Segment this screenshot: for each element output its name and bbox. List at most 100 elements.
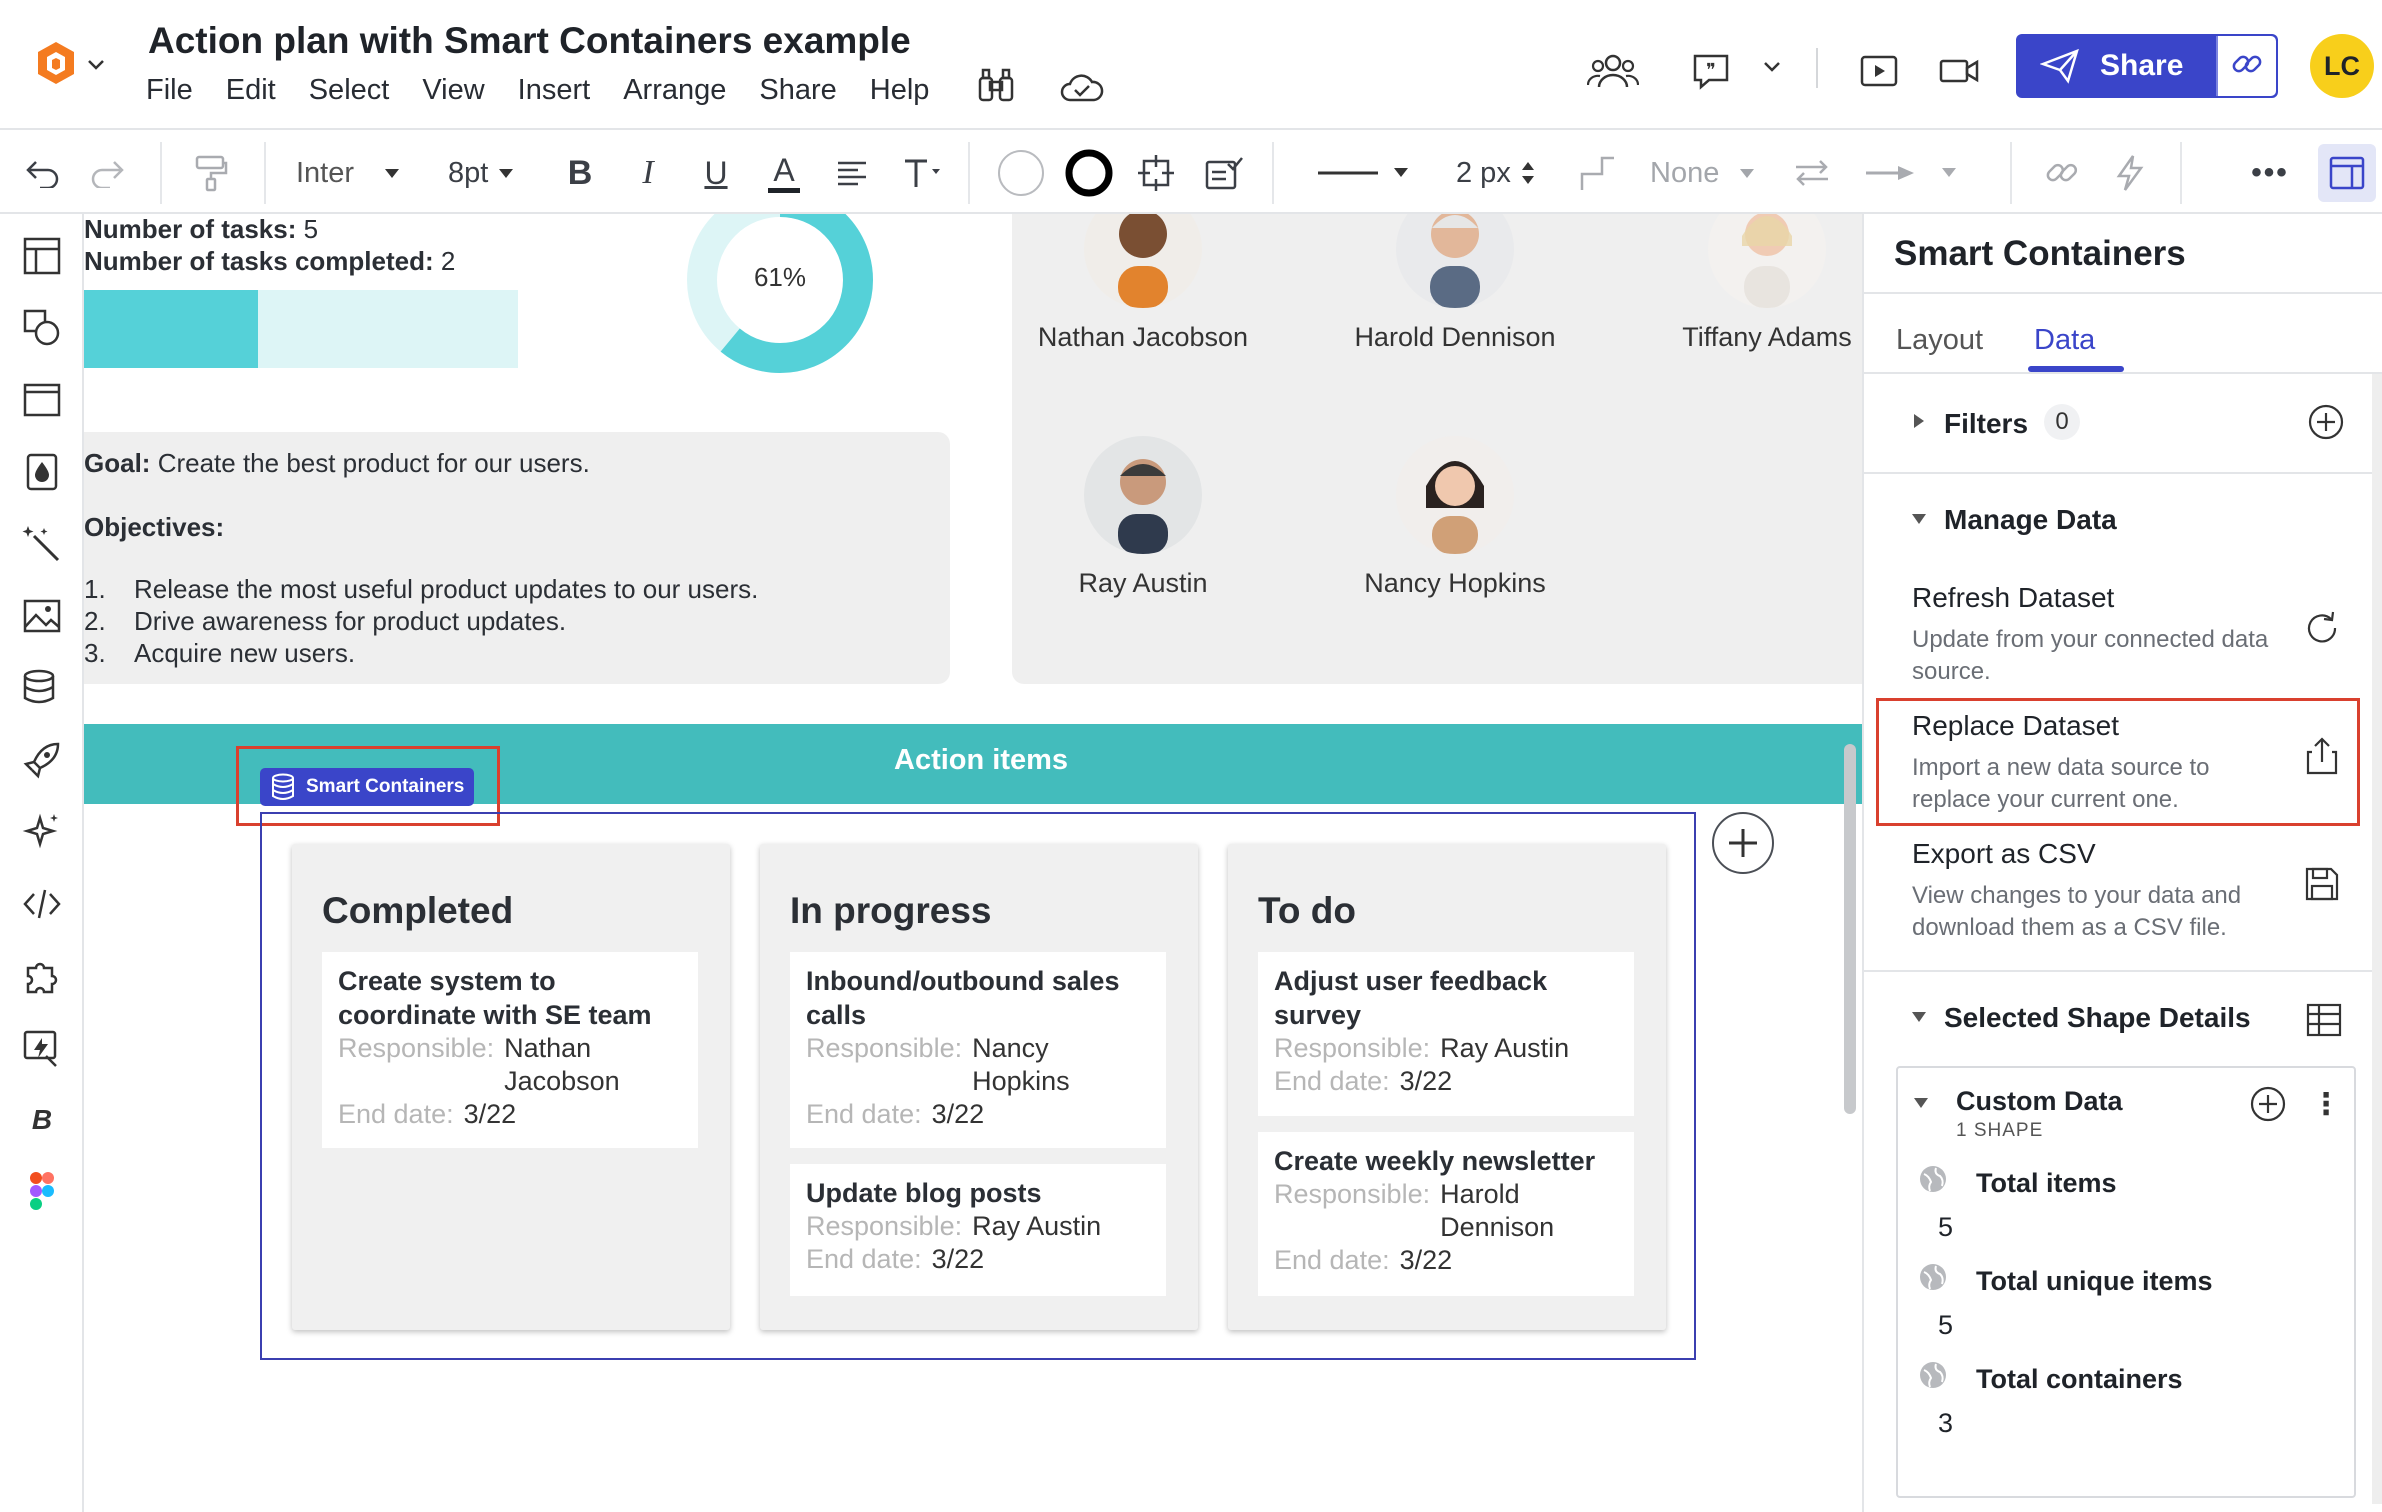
- cloud-saved-icon[interactable]: [1060, 72, 1104, 109]
- more-options-icon[interactable]: •••: [2248, 150, 2292, 196]
- ai-sparkle-icon[interactable]: [18, 808, 66, 856]
- comments-icon[interactable]: ❞: [1684, 50, 1738, 92]
- menu-insert[interactable]: Insert: [518, 74, 591, 107]
- templates-icon[interactable]: [18, 232, 66, 280]
- magic-wand-icon[interactable]: [18, 520, 66, 568]
- video-call-icon[interactable]: [1932, 50, 1986, 92]
- field-value[interactable]: 5: [1938, 1212, 1953, 1243]
- figma-icon[interactable]: [18, 1168, 66, 1216]
- task-card[interactable]: Create weekly newsletter Responsible: Har…: [1258, 1132, 1634, 1296]
- line-color-icon[interactable]: [1064, 149, 1114, 197]
- canvas-scrollbar[interactable]: [1844, 744, 1856, 1114]
- task-card[interactable]: Update blog posts Responsible: Ray Austin…: [790, 1164, 1166, 1296]
- data-link-icon[interactable]: [18, 664, 66, 712]
- kanban-column-in-progress[interactable]: In progress Inbound/outbound sales calls…: [760, 844, 1198, 1330]
- caret-down-icon[interactable]: [1912, 1096, 1930, 1115]
- document-title[interactable]: Action plan with Smart Containers exampl…: [148, 20, 911, 62]
- menu-help[interactable]: Help: [870, 74, 930, 107]
- rocket-icon[interactable]: [18, 736, 66, 784]
- line-endpoint-select[interactable]: None: [1650, 150, 1766, 196]
- image-icon[interactable]: [18, 592, 66, 640]
- line-style-select[interactable]: [1314, 150, 1414, 196]
- code-icon[interactable]: [18, 880, 66, 928]
- selected-shape-details-label[interactable]: Selected Shape Details: [1944, 1002, 2251, 1034]
- quick-action-icon[interactable]: [18, 1024, 66, 1072]
- custom-data-label[interactable]: Custom Data: [1956, 1086, 2123, 1117]
- replace-dataset-title[interactable]: Replace Dataset: [1912, 710, 2119, 742]
- font-family-select[interactable]: Inter: [296, 150, 416, 196]
- team-member-card[interactable]: Harold Dennison: [1330, 214, 1580, 353]
- connector-style-icon[interactable]: [1576, 150, 1620, 196]
- kanban-column-completed[interactable]: Completed Create system to coordinate wi…: [292, 844, 730, 1330]
- conditional-format-icon[interactable]: [1202, 150, 1246, 196]
- color-drop-icon[interactable]: [18, 448, 66, 496]
- table-icon[interactable]: [2302, 998, 2346, 1042]
- text-options-icon[interactable]: [900, 150, 944, 196]
- swap-endpoints-icon[interactable]: [1790, 150, 1834, 196]
- frame-icon[interactable]: [18, 376, 66, 424]
- caret-right-icon[interactable]: [1912, 412, 1926, 435]
- panel-toggle-icon[interactable]: [2318, 144, 2376, 202]
- font-size-select[interactable]: 8pt: [448, 150, 528, 196]
- user-avatar[interactable]: LC: [2310, 34, 2374, 98]
- add-container-button[interactable]: [1712, 812, 1774, 874]
- align-text-icon[interactable]: [832, 150, 872, 196]
- field-value[interactable]: 3: [1938, 1408, 1953, 1439]
- team-member-card[interactable]: Nancy Hopkins: [1330, 436, 1580, 599]
- present-icon[interactable]: [1852, 50, 1906, 92]
- field-value[interactable]: 5: [1938, 1310, 1953, 1341]
- menu-arrange[interactable]: Arrange: [623, 74, 726, 107]
- italic-icon[interactable]: I: [628, 150, 668, 196]
- logo-menu-chevron-icon[interactable]: [86, 58, 106, 77]
- collaborators-icon[interactable]: [1586, 50, 1640, 92]
- crop-frame-icon[interactable]: [1134, 150, 1178, 196]
- caret-down-icon[interactable]: [1910, 1010, 1928, 1029]
- tab-layout[interactable]: Layout: [1896, 324, 1983, 357]
- fill-color-icon[interactable]: [996, 150, 1046, 196]
- line-width-select[interactable]: 2 px: [1456, 150, 1556, 196]
- kanban-column-to-do[interactable]: To do Adjust user feedback survey Respon…: [1228, 844, 1666, 1330]
- bold-icon[interactable]: B: [560, 150, 600, 196]
- save-disk-icon[interactable]: [2300, 862, 2344, 906]
- task-card[interactable]: Adjust user feedback survey Responsible:…: [1258, 952, 1634, 1116]
- refresh-dataset-title[interactable]: Refresh Dataset: [1912, 582, 2114, 614]
- menu-edit[interactable]: Edit: [226, 74, 276, 107]
- kebab-menu-icon[interactable]: ⋮: [2304, 1082, 2348, 1126]
- menu-view[interactable]: View: [422, 74, 484, 107]
- b-plugin-icon[interactable]: B: [18, 1096, 66, 1144]
- link-icon[interactable]: [2040, 150, 2084, 196]
- undo-icon[interactable]: [18, 150, 64, 196]
- add-field-icon[interactable]: [2246, 1082, 2290, 1126]
- binoculars-icon[interactable]: [976, 68, 1016, 109]
- action-lightning-icon[interactable]: [2108, 150, 2152, 196]
- menu-select[interactable]: Select: [309, 74, 390, 107]
- upload-icon[interactable]: [2300, 734, 2344, 778]
- caret-down-icon[interactable]: [1910, 512, 1928, 531]
- copy-link-button[interactable]: [2216, 36, 2276, 96]
- export-csv-title[interactable]: Export as CSV: [1912, 838, 2096, 870]
- integrations-puzzle-icon[interactable]: [18, 952, 66, 1000]
- share-button[interactable]: Share: [2016, 34, 2278, 98]
- text-color-icon[interactable]: A: [764, 150, 804, 196]
- redo-icon[interactable]: [86, 150, 132, 196]
- filters-label[interactable]: Filters: [1944, 408, 2028, 440]
- refresh-icon[interactable]: [2300, 606, 2344, 650]
- lucid-logo-icon[interactable]: [34, 40, 78, 88]
- task-card[interactable]: Create system to coordinate with SE team…: [322, 952, 698, 1148]
- arrow-endpoint-select[interactable]: [1862, 150, 1962, 196]
- smart-containers-badge[interactable]: Smart Containers: [260, 768, 475, 806]
- format-painter-icon[interactable]: [188, 150, 234, 196]
- panel-scrollbar[interactable]: [2372, 374, 2382, 1504]
- add-filter-icon[interactable]: [2304, 400, 2348, 444]
- team-member-card[interactable]: Ray Austin: [1018, 436, 1268, 599]
- underline-icon[interactable]: U: [696, 150, 736, 196]
- manage-data-label[interactable]: Manage Data: [1944, 504, 2117, 536]
- team-member-card[interactable]: Nathan Jacobson: [1018, 214, 1268, 353]
- team-member-card[interactable]: Tiffany Adams: [1642, 214, 1862, 353]
- menu-share[interactable]: Share: [759, 74, 836, 107]
- task-card[interactable]: Inbound/outbound sales calls Responsible…: [790, 952, 1166, 1148]
- shapes-icon[interactable]: [18, 304, 66, 352]
- tab-data[interactable]: Data: [2034, 324, 2095, 357]
- comments-dropdown-chevron-icon[interactable]: [1762, 60, 1782, 79]
- menu-file[interactable]: File: [146, 74, 193, 107]
